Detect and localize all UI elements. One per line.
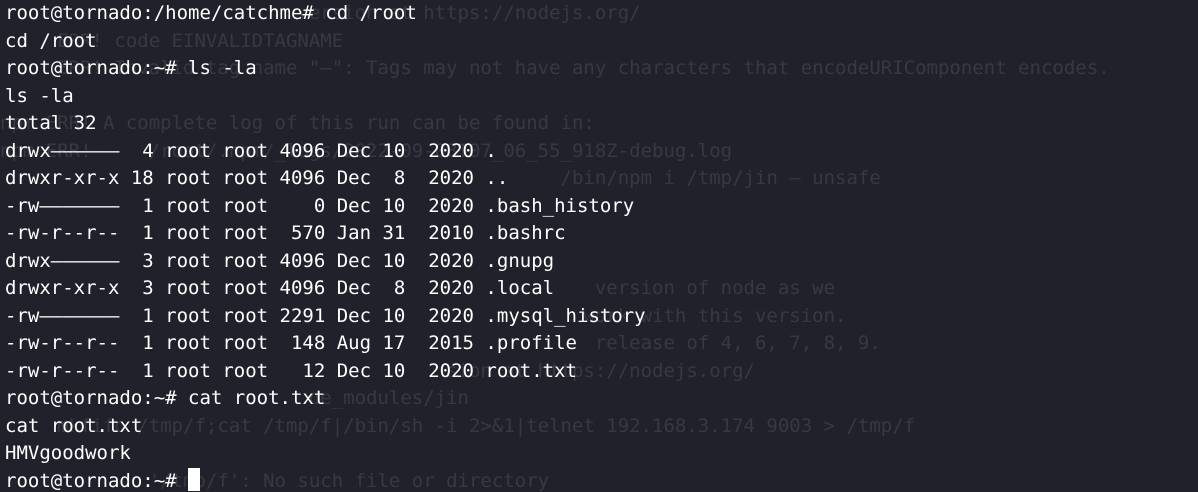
terminal-line: drwx—————— 3 root root 4096 Dec 10 2020 … <box>5 249 555 272</box>
terminal-line: root@tornado:/home/catchme# cd /root <box>5 2 417 24</box>
terminal-window[interactable]: version at https://nodejs.org/ ERR! code… <box>0 0 1198 492</box>
terminal-line: drwx—————— 4 root root 4096 Dec 10 2020 … <box>5 139 497 162</box>
terminal-output: root@tornado:/home/catchme# cd /root cd /… <box>5 0 1195 492</box>
prompt-line[interactable]: root@tornado:~# <box>5 467 1195 492</box>
terminal-line: root@tornado:~# cat root.txt <box>5 387 326 409</box>
terminal-line: total 32 <box>5 112 97 134</box>
prompt-text: root@tornado:~# <box>5 469 189 492</box>
terminal-line: ls -la <box>5 84 74 107</box>
terminal-line: HMVgoodwork <box>5 442 131 464</box>
terminal-line: -rw-r--r-- 1 root root 570 Jan 31 2010 .… <box>5 222 566 244</box>
cursor <box>188 467 201 491</box>
terminal-line: cat root.txt <box>5 414 143 437</box>
terminal-line: drwxr-xr-x 3 root root 4096 Dec 8 2020 .… <box>5 277 555 299</box>
terminal-line: -rw——————— 1 root root 0 Dec 10 2020 .ba… <box>5 194 635 217</box>
terminal-line: cd /root <box>5 29 97 52</box>
terminal-line: drwxr-xr-x 18 root root 4096 Dec 8 2020 … <box>5 167 509 189</box>
terminal-line: -rw——————— 1 root root 2291 Dec 10 2020 … <box>5 304 646 327</box>
terminal-line: -rw-r--r-- 1 root root 12 Dec 10 2020 ro… <box>5 359 577 382</box>
terminal-line: root@tornado:~# ls -la <box>5 57 257 79</box>
terminal-line: -rw-r--r-- 1 root root 148 Aug 17 2015 .… <box>5 332 577 354</box>
